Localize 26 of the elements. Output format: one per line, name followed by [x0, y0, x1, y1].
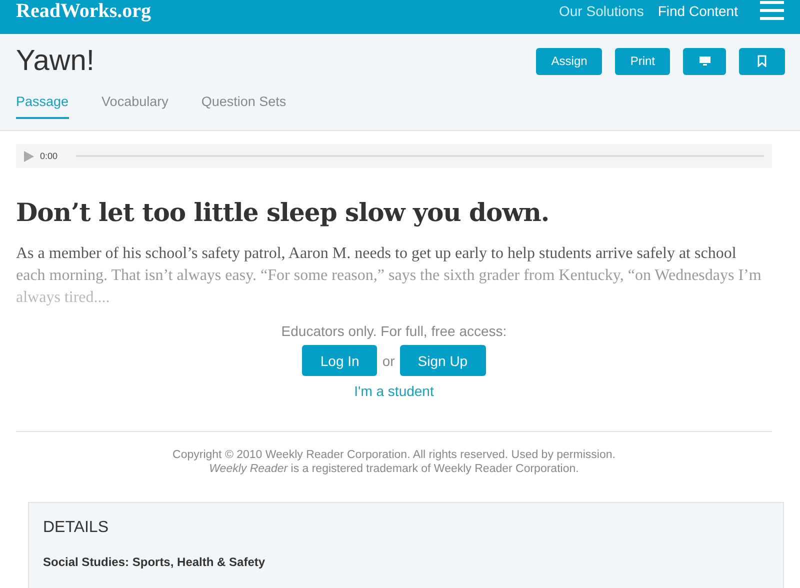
signup-button[interactable]: Sign Up	[400, 345, 486, 376]
or-text: or	[382, 352, 395, 368]
tab[interactable]: Passage	[16, 94, 69, 119]
nav-link[interactable]: Our Solutions	[559, 3, 644, 19]
monitor-icon	[698, 56, 710, 66]
bookmark-button[interactable]	[739, 48, 785, 74]
access-prompt: Educators only. For full, free access:	[281, 323, 507, 339]
student-link[interactable]: I'm a student	[354, 383, 434, 399]
present-button[interactable]	[683, 48, 726, 74]
tab[interactable]: Vocabulary	[102, 94, 168, 119]
bookmark-icon	[757, 55, 767, 67]
details-heading: DETAILS	[43, 519, 110, 537]
passage-headline: Don’t let too little sleep slow you down.	[16, 198, 550, 227]
action-button[interactable]: Assign	[536, 48, 602, 74]
logo[interactable]: ReadWorks.org	[16, 0, 151, 22]
play-icon[interactable]	[24, 150, 34, 162]
copyright-text: Copyright © 2010 Weekly Reader Corporation. All rights reserved. Used by permission.	[172, 448, 616, 462]
menu-icon[interactable]	[760, 1, 784, 21]
audio-time: 0:00	[40, 151, 58, 161]
details-subject: Social Studies: Sports, Health & Safety	[43, 555, 266, 569]
page-title: Yawn!	[16, 44, 94, 78]
copyright-text: Weekly Reader is a registered trademark of Weekly Reader Corporation.	[208, 462, 580, 476]
nav-link[interactable]: Find Content	[658, 3, 738, 19]
login-button[interactable]: Log In	[302, 345, 378, 376]
tab[interactable]: Question Sets	[201, 94, 286, 119]
action-button[interactable]: Print	[615, 48, 670, 74]
